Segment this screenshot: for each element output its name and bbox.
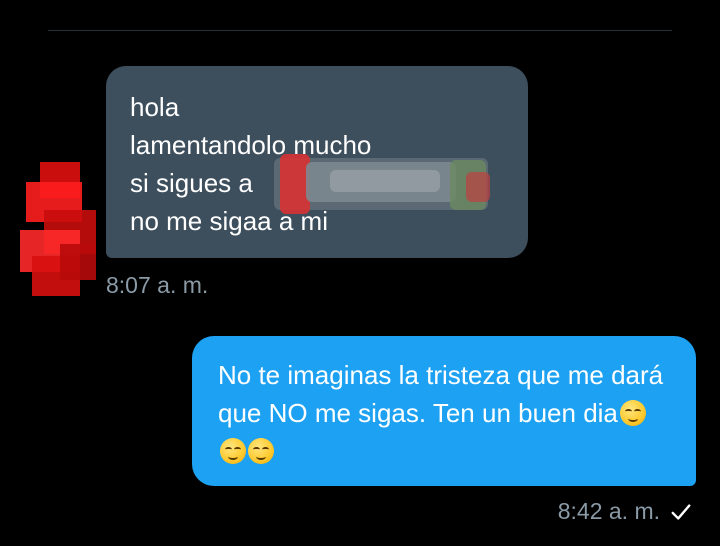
received-line-1: hola [130, 92, 180, 122]
sent-message-bubble[interactable]: No te imaginas la tristeza que me dará q… [192, 336, 696, 486]
sent-timestamp-row: 8:42 a. m. [558, 498, 692, 525]
sent-timestamp: 8:42 a. m. [557, 498, 660, 524]
avatar-censored[interactable] [14, 160, 104, 300]
smirk-emoji-icon [619, 400, 646, 426]
redacted-username [270, 152, 502, 222]
smirk-emoji-icon [248, 438, 274, 464]
received-timestamp: 8:07 a. m. [106, 272, 209, 298]
chat-screen: hola lamentandolo mucho si sigues a no m… [0, 0, 720, 546]
wink-emoji-icon [220, 438, 246, 464]
check-icon [671, 503, 691, 520]
top-divider [48, 30, 672, 31]
sent-message-text: No te imaginas la tristeza que me dará q… [218, 356, 670, 470]
